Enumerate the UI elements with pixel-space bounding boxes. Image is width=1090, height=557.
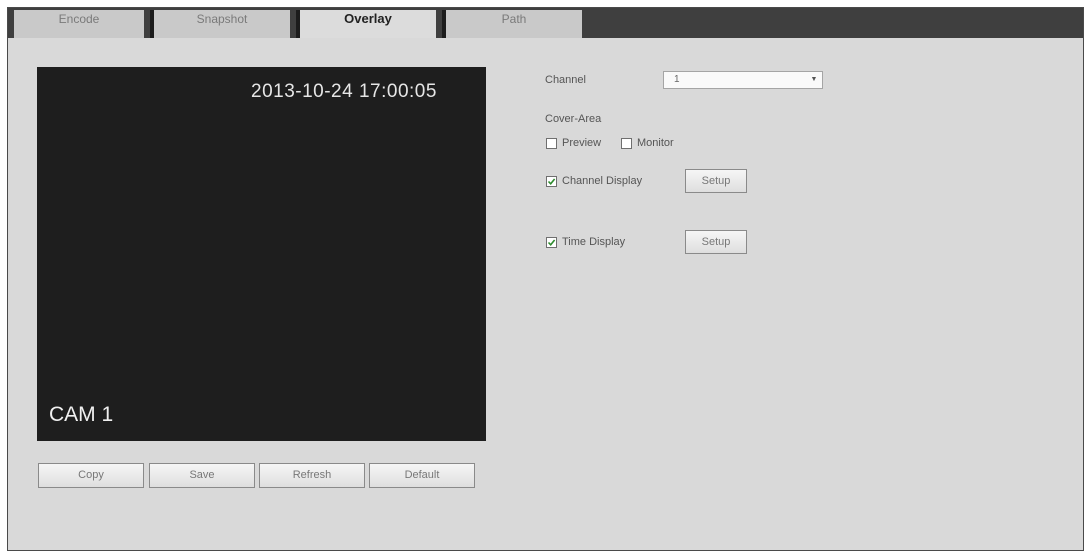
checkmark-icon: [547, 178, 556, 186]
time-display-label[interactable]: Time Display: [562, 236, 625, 248]
tab-bar: Encode Snapshot Overlay Path: [8, 8, 1083, 38]
time-display-checkbox[interactable]: [546, 237, 557, 248]
copy-button[interactable]: Copy: [38, 463, 144, 488]
checkmark-icon: [547, 239, 556, 247]
channel-select-value: 1: [674, 74, 680, 85]
preview-channel-name[interactable]: CAM 1: [49, 403, 113, 427]
preview-checkbox[interactable]: [546, 138, 557, 149]
tab-snapshot[interactable]: Snapshot: [150, 10, 290, 38]
video-preview[interactable]: 2013-10-24 17:00:05 CAM 1: [37, 67, 486, 441]
preview-timestamp[interactable]: 2013-10-24 17:00:05: [251, 81, 437, 103]
channel-display-setup-button[interactable]: Setup: [685, 169, 747, 193]
channel-display-checkbox[interactable]: [546, 176, 557, 187]
monitor-checkbox-label[interactable]: Monitor: [637, 137, 674, 149]
preview-checkbox-label[interactable]: Preview: [562, 137, 601, 149]
tab-path[interactable]: Path: [442, 10, 582, 38]
save-button[interactable]: Save: [149, 463, 255, 488]
channel-select[interactable]: 1 ▼: [663, 71, 823, 89]
cover-area-label: Cover-Area: [545, 113, 602, 125]
refresh-button[interactable]: Refresh: [259, 463, 365, 488]
channel-display-label[interactable]: Channel Display: [562, 175, 642, 187]
time-display-setup-button[interactable]: Setup: [685, 230, 747, 254]
tab-overlay[interactable]: Overlay: [296, 10, 436, 38]
monitor-checkbox[interactable]: [621, 138, 632, 149]
channel-label: Channel: [545, 74, 586, 86]
tab-encode[interactable]: Encode: [14, 10, 144, 38]
chevron-down-icon[interactable]: ▼: [808, 74, 820, 86]
default-button[interactable]: Default: [369, 463, 475, 488]
overlay-settings-panel: Encode Snapshot Overlay Path 2013-10-24 …: [7, 7, 1084, 551]
